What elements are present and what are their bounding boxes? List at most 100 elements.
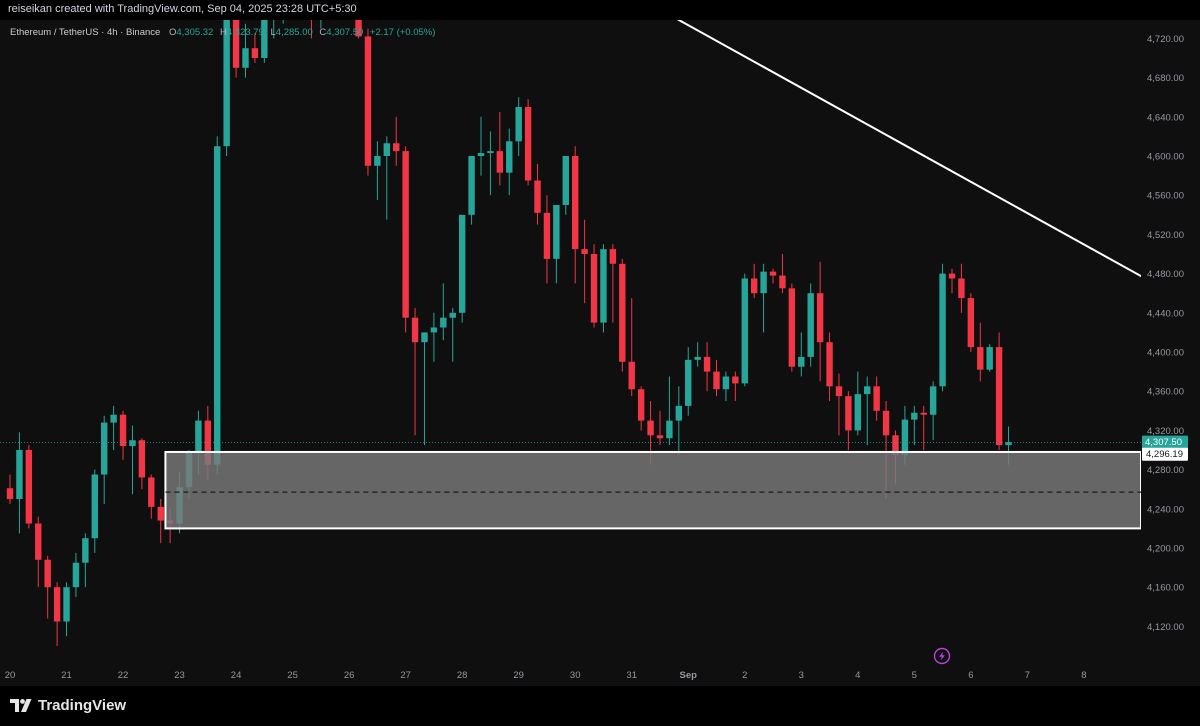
candle-body	[53, 587, 61, 622]
tradingview-logo[interactable]: TradingView	[10, 697, 126, 714]
candle-body	[421, 332, 428, 343]
candle-body	[760, 271, 767, 294]
candle-body	[920, 412, 927, 415]
candle-body	[703, 356, 711, 372]
low-value: 4,285.00	[275, 27, 313, 38]
candle-body	[948, 273, 956, 279]
candle-body	[590, 254, 598, 323]
time-tick-label: 25	[287, 670, 298, 681]
price-tick-label: 4,720.00	[1147, 34, 1184, 45]
price-tick-label: 4,280.00	[1147, 465, 1184, 476]
price-tick-label: 4,360.00	[1147, 387, 1184, 398]
candle-body	[929, 386, 937, 415]
time-tick-label: 20	[5, 670, 16, 681]
candle	[25, 445, 33, 529]
candle-body	[581, 249, 588, 254]
candle-body	[995, 347, 1003, 446]
time-tick-label: 30	[570, 670, 581, 681]
candle	[619, 258, 626, 372]
candle-body	[383, 143, 390, 156]
high-label: H	[219, 27, 227, 38]
candle-body	[261, 20, 268, 58]
candle	[986, 344, 993, 372]
candle	[223, 20, 230, 156]
candle-body	[129, 440, 136, 447]
candle-body	[835, 386, 843, 397]
candle-body	[986, 347, 993, 370]
candle-body	[195, 420, 202, 452]
candle-body	[741, 278, 748, 384]
candle-body	[666, 420, 673, 439]
high-value: 4,323.79	[226, 27, 264, 38]
candle-body	[72, 562, 80, 588]
candle	[524, 99, 532, 186]
candle-body	[458, 214, 466, 313]
tradingview-logo-icon	[10, 699, 32, 712]
candle	[458, 214, 466, 323]
support-zone-box[interactable]	[164, 450, 1142, 530]
time-tick-label: 28	[457, 670, 468, 681]
time-tick-label: 2	[742, 670, 747, 681]
candle-body	[449, 312, 456, 318]
candle	[402, 146, 409, 333]
time-tick-label: 29	[513, 670, 524, 681]
candle-body	[864, 386, 871, 395]
price-tick-label: 4,520.00	[1147, 230, 1184, 241]
candle-body	[411, 317, 419, 343]
price-tick-label: 4,400.00	[1147, 348, 1184, 359]
candle-body	[6, 488, 14, 499]
support-zone	[164, 450, 1142, 530]
price-tick-label: 4,640.00	[1147, 112, 1184, 123]
candle	[364, 28, 372, 176]
price-tick-label: 4,600.00	[1147, 152, 1184, 163]
price-chart[interactable]: 4,120.00 4,160.00 4,200.00 4,240.00 4,280.00…	[0, 20, 1200, 686]
candle-body	[374, 156, 381, 166]
candle-body	[816, 293, 824, 343]
price-tick-label: 4,440.00	[1147, 308, 1184, 319]
candle-body	[251, 48, 259, 58]
candle	[995, 332, 1003, 450]
branding-bar: TradingView	[0, 686, 1200, 726]
candle-body	[939, 273, 946, 387]
price-tick-label: 4,560.00	[1147, 191, 1184, 202]
candle-body	[628, 361, 635, 390]
candle-body	[609, 249, 617, 264]
candle-body	[496, 151, 504, 173]
candle-body	[882, 410, 890, 436]
candle-body	[732, 376, 739, 384]
candle-body	[506, 141, 513, 173]
candle-body	[44, 559, 51, 588]
price-tick-label: 4,480.00	[1147, 269, 1184, 280]
candle-body	[440, 317, 447, 328]
candle-body	[637, 389, 645, 421]
price-tick-label: 4,120.00	[1147, 622, 1184, 633]
candle-body	[35, 523, 42, 560]
candle	[590, 244, 598, 328]
candle-body	[722, 376, 730, 390]
candle-body	[967, 298, 975, 348]
time-tick-label: 21	[61, 670, 72, 681]
candle-body	[675, 405, 683, 421]
candle-body	[110, 414, 117, 423]
symbol-legend: Ethereum / TetherUS · 4h · Binance O4,30…	[10, 27, 439, 38]
candle-body	[911, 412, 918, 420]
candle-body	[572, 156, 579, 250]
candle-body	[873, 386, 880, 411]
tradingview-logo-text: TradingView	[38, 697, 127, 714]
candle-body	[242, 48, 249, 68]
candle	[967, 293, 975, 352]
candle-body	[562, 156, 569, 205]
candle-body	[779, 275, 786, 289]
price-tick-label: 4,240.00	[1147, 504, 1184, 515]
candle-body	[25, 450, 33, 524]
candle	[788, 283, 796, 372]
candle-body	[788, 288, 796, 367]
price-axis[interactable]: 4,120.00 4,160.00 4,200.00 4,240.00 4,280.00…	[1141, 20, 1200, 686]
candle-body	[223, 20, 230, 147]
candle-body	[807, 293, 814, 357]
time-tick-label: 7	[1025, 670, 1030, 681]
candle-body	[845, 396, 852, 431]
chart-window: reiseikan created with TradingView.com, …	[0, 0, 1200, 726]
candle	[600, 244, 607, 333]
time-tick-label: 23	[174, 670, 185, 681]
